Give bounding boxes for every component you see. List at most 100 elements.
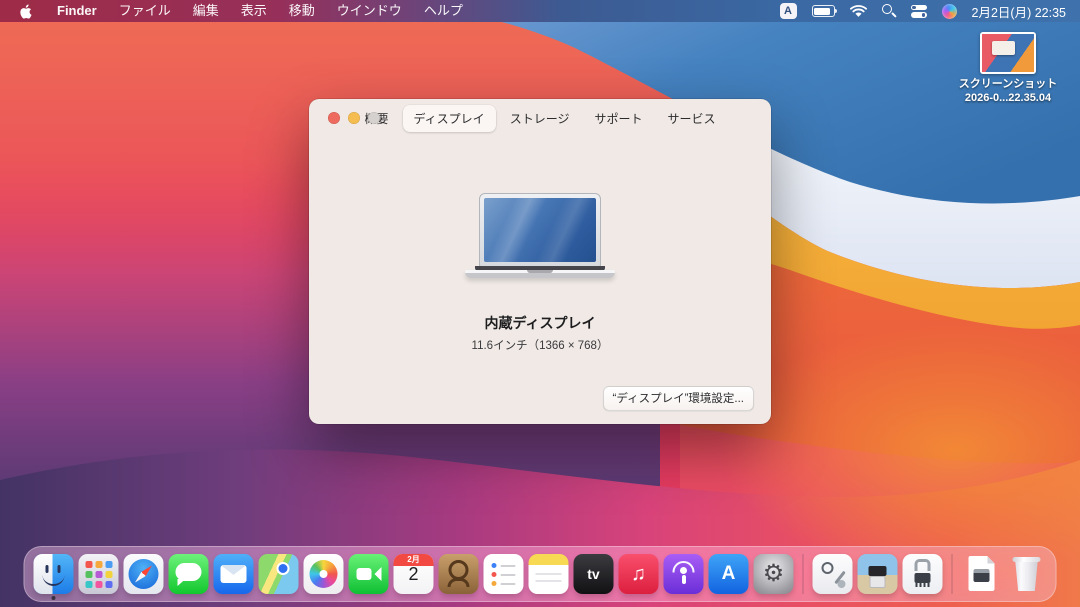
- music-icon[interactable]: ♫: [619, 554, 659, 594]
- imaging-glyph: [869, 566, 887, 576]
- input-source-icon[interactable]: A: [780, 3, 797, 19]
- running-indicator: [52, 596, 56, 600]
- music-glyph: ♫: [631, 564, 646, 584]
- messages-glyph: [176, 563, 202, 581]
- photos-glyph: [310, 560, 338, 588]
- tab-display[interactable]: ディスプレイ: [403, 105, 496, 132]
- launchpad-glyph: [86, 561, 93, 568]
- dock-item-facetime: [349, 554, 389, 594]
- dock-item-safari: [124, 554, 164, 594]
- desktop-screenshot-file[interactable]: スクリーンショット 2026-0...22.35.04: [956, 32, 1060, 106]
- wifi-icon[interactable]: [850, 5, 867, 18]
- control-center-icon[interactable]: [911, 5, 927, 18]
- calendar-icon[interactable]: 2月2: [394, 554, 434, 594]
- menu-item-view[interactable]: 表示: [230, 3, 278, 18]
- screenshot-thumbnail-icon: [980, 32, 1036, 74]
- dock-item-dmg: [962, 554, 1002, 594]
- laptop-base: [465, 270, 615, 278]
- menu-item-help[interactable]: ヘルプ: [413, 3, 474, 18]
- facetime-glyph: [357, 568, 372, 580]
- menu-item-edit[interactable]: 編集: [182, 3, 230, 18]
- menu-bar-status: A 2月2日(月) 22:35: [780, 0, 1080, 22]
- menu-bar: Finderファイル編集表示移動ウインドウヘルプ A 2月2日(月) 22:35: [0, 0, 1080, 22]
- diagnostics-icon[interactable]: [813, 554, 853, 594]
- tab-service[interactable]: サービス: [656, 105, 726, 132]
- imaging-icon[interactable]: [858, 554, 898, 594]
- tab-bar: 概要ディスプレイストレージサポートサービス: [354, 105, 727, 132]
- display-preferences-button[interactable]: “ディスプレイ”環境設定...: [603, 386, 754, 411]
- messages-icon[interactable]: [169, 554, 209, 594]
- podcasts-glyph: [680, 567, 687, 574]
- calendar-day-label: 2: [394, 564, 434, 585]
- podcasts-icon[interactable]: [664, 554, 704, 594]
- laptop-screen: [479, 193, 601, 267]
- mail-icon[interactable]: [214, 554, 254, 594]
- launchpad-icon[interactable]: [79, 554, 119, 594]
- close-button[interactable]: [328, 112, 340, 124]
- appstore-glyph: A: [722, 563, 736, 585]
- facetime-icon[interactable]: [349, 554, 389, 594]
- safari-glyph: [133, 563, 154, 584]
- macbook-air-image: [465, 193, 615, 278]
- mail-glyph: [221, 565, 247, 583]
- safari-icon[interactable]: [124, 554, 164, 594]
- photos-icon[interactable]: [304, 554, 344, 594]
- dmg-glyph: [974, 569, 990, 582]
- dmg-icon[interactable]: [962, 554, 1002, 594]
- siri-icon[interactable]: [942, 4, 957, 19]
- apple-menu-icon[interactable]: [0, 4, 46, 19]
- appstore-icon[interactable]: A: [709, 554, 749, 594]
- dock: 2月2 tv ♫ A ⚙: [24, 546, 1057, 602]
- tab-support[interactable]: サポート: [583, 105, 653, 132]
- dock-item-photos: [304, 554, 344, 594]
- search-icon[interactable]: [882, 4, 896, 18]
- dock-item-sysprefs: ⚙: [754, 554, 794, 594]
- reminders-icon[interactable]: [484, 554, 524, 594]
- menu-item-app[interactable]: Finder: [46, 3, 108, 18]
- dock-item-imaging: [858, 554, 898, 594]
- reminders-glyph: [492, 563, 497, 568]
- dock-item-trash: [1007, 554, 1047, 594]
- about-this-mac-window: 概要ディスプレイストレージサポートサービス 内蔵ディスプレイ 11.6インチ（1…: [309, 99, 771, 424]
- trash-icon[interactable]: [1007, 554, 1047, 594]
- hardware-icon[interactable]: [903, 554, 943, 594]
- dock-item-calendar: 2月2: [394, 554, 434, 594]
- tab-storage[interactable]: ストレージ: [499, 105, 581, 132]
- window-content: 内蔵ディスプレイ 11.6インチ（1366 × 768） “ディスプレイ”環境設…: [309, 137, 771, 424]
- display-spec: 11.6インチ（1366 × 768）: [309, 337, 771, 353]
- appletv-icon[interactable]: tv: [574, 554, 614, 594]
- notes-icon[interactable]: [529, 554, 569, 594]
- sysprefs-icon[interactable]: ⚙: [754, 554, 794, 594]
- screenshot-thumbnail-image: [982, 34, 1034, 72]
- laptop-screen-wallpaper: [484, 198, 596, 262]
- menu-item-file[interactable]: ファイル: [108, 3, 182, 18]
- dock-item-messages: [169, 554, 209, 594]
- maps-icon[interactable]: [259, 554, 299, 594]
- diagnostics-glyph: [822, 562, 834, 574]
- menu-bar-left: Finderファイル編集表示移動ウインドウヘルプ: [0, 0, 474, 22]
- dock-item-notes: [529, 554, 569, 594]
- battery-icon[interactable]: [812, 5, 835, 17]
- finder-icon[interactable]: [34, 554, 74, 594]
- contacts-icon[interactable]: [439, 554, 479, 594]
- window-titlebar: 概要ディスプレイストレージサポートサービス: [309, 99, 771, 137]
- dock-item-appletv: tv: [574, 554, 614, 594]
- dock-item-launchpad: [79, 554, 119, 594]
- zoom-button[interactable]: [368, 112, 380, 124]
- screenshot-file-label-line2: 2026-0...22.35.04: [959, 92, 1057, 106]
- dock-item-music: ♫: [619, 554, 659, 594]
- dock-divider: [952, 554, 953, 594]
- dock-item-contacts: [439, 554, 479, 594]
- display-name: 内蔵ディスプレイ: [309, 313, 771, 333]
- minimize-button[interactable]: [348, 112, 360, 124]
- dock-item-reminders: [484, 554, 524, 594]
- dock-item-hardware: [903, 554, 943, 594]
- dock-item-podcasts: [664, 554, 704, 594]
- finder-glyph: [43, 575, 65, 586]
- dock-item-maps: [259, 554, 299, 594]
- menu-bar-clock[interactable]: 2月2日(月) 22:35: [972, 2, 1066, 21]
- menu-item-window[interactable]: ウインドウ: [326, 3, 413, 18]
- contacts-glyph: [449, 560, 469, 580]
- dock-item-mail: [214, 554, 254, 594]
- menu-item-go[interactable]: 移動: [278, 3, 326, 18]
